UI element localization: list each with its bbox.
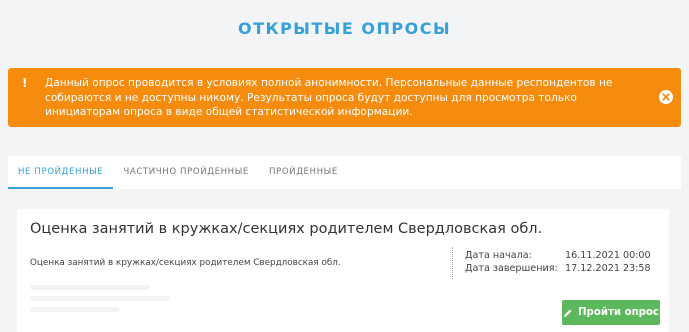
alert-text: Данный опрос проводится в условиях полно… (45, 77, 613, 118)
warning-icon: ! (22, 76, 28, 90)
tab-not-completed[interactable]: НЕ ПРОЙДЕННЫЕ (8, 156, 114, 189)
faded-placeholder-lines (30, 285, 180, 332)
survey-card: Оценка занятий в кружках/секциях родител… (17, 209, 669, 332)
take-survey-button[interactable]: Пройти опрос (562, 300, 660, 325)
divider (452, 247, 453, 279)
survey-title: Оценка занятий в кружках/секциях родител… (30, 221, 543, 237)
end-date-label: Дата завершения: (465, 263, 558, 274)
take-survey-label: Пройти опрос (578, 307, 659, 318)
pencil-icon (563, 308, 573, 318)
page-title: ОТКРЫТЫЕ ОПРОСЫ (237, 19, 452, 38)
anonymity-alert: ! Данный опрос проводится в условиях пол… (8, 68, 681, 127)
start-date-label: Дата начала: (465, 250, 532, 261)
survey-description: Оценка занятий в кружках/секциях родител… (30, 258, 341, 268)
survey-dates: Дата начала: 16.11.2021 00:00 Дата завер… (465, 249, 651, 275)
tab-completed[interactable]: ПРОЙДЕННЫЕ (259, 156, 348, 189)
tab-partially-completed[interactable]: ЧАСТИЧНО ПРОЙДЕННЫЕ (113, 156, 259, 189)
end-date-value: 17.12.2021 23:58 (565, 263, 651, 274)
survey-tabs: НЕ ПРОЙДЕННЫЕ ЧАСТИЧНО ПРОЙДЕННЫЕ ПРОЙДЕ… (8, 156, 681, 189)
close-icon[interactable] (659, 90, 673, 104)
start-date-value: 16.11.2021 00:00 (565, 250, 651, 261)
